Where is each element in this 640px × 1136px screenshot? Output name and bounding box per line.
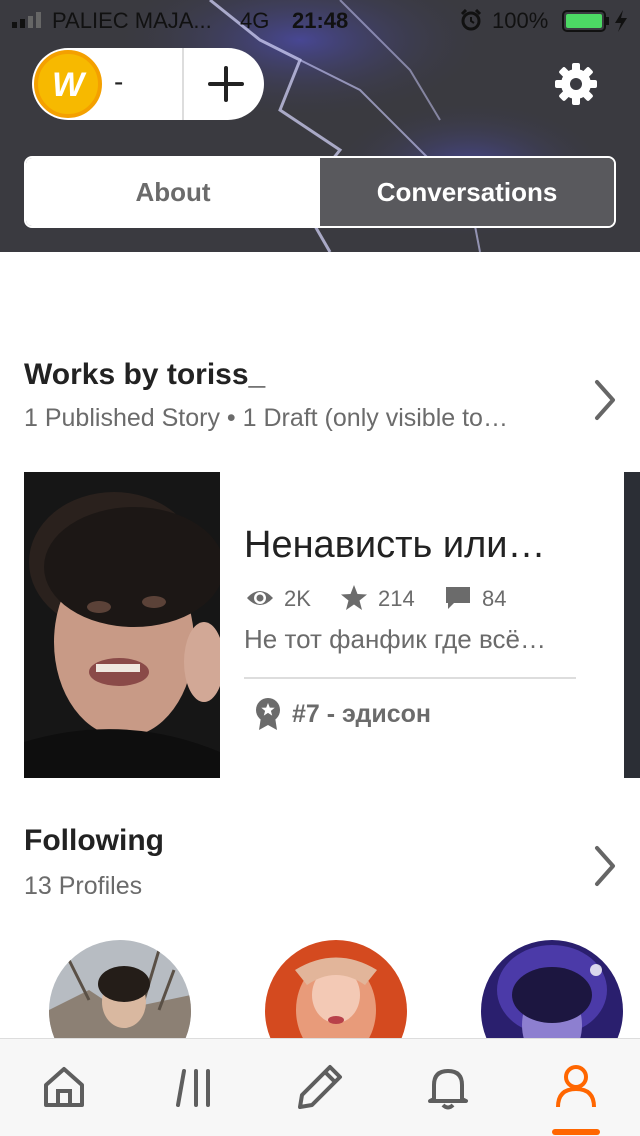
active-tab-indicator bbox=[552, 1129, 600, 1135]
settings-gear-icon[interactable] bbox=[554, 62, 598, 106]
signal-icon bbox=[12, 12, 41, 28]
carrier-name: PALIEC MAJA... bbox=[52, 8, 212, 33]
reads-count: 2K bbox=[284, 586, 311, 611]
buy-coins-button[interactable] bbox=[200, 60, 252, 108]
story-description: Не тот фанфик где всё… bbox=[244, 624, 546, 654]
write-pencil-icon[interactable] bbox=[296, 1063, 344, 1111]
profile-person-icon[interactable] bbox=[552, 1063, 600, 1111]
votes-count: 214 bbox=[378, 586, 415, 611]
notifications-bell-icon[interactable] bbox=[424, 1063, 472, 1111]
ranking-badge-icon bbox=[256, 698, 280, 730]
profile-tabs: About Conversations bbox=[24, 156, 616, 228]
ranking-number: #7 - bbox=[292, 700, 343, 728]
tab-about[interactable]: About bbox=[26, 158, 320, 226]
battery-percent: 100% bbox=[492, 8, 549, 33]
comments-bubble-icon bbox=[446, 587, 470, 609]
works-section-subtitle: 1 Published Story • 1 Draft (only visibl… bbox=[24, 404, 508, 432]
ranking-tag: эдисон bbox=[342, 700, 432, 728]
works-section-title: Works by toriss_ bbox=[24, 358, 266, 391]
charging-icon bbox=[615, 10, 627, 32]
wattpad-coin-icon: W bbox=[34, 50, 102, 118]
alarm-icon bbox=[460, 9, 482, 31]
coins-widget: W - bbox=[32, 48, 264, 120]
home-icon[interactable] bbox=[40, 1063, 88, 1111]
divider bbox=[244, 677, 576, 679]
battery-icon bbox=[562, 10, 609, 32]
following-section-title: Following bbox=[24, 824, 164, 857]
votes-star-icon bbox=[341, 585, 367, 610]
story-ranking[interactable]: #7 - эдисон bbox=[292, 700, 431, 729]
tab-conversations[interactable]: Conversations bbox=[320, 158, 614, 226]
story-title[interactable]: Ненависть или… bbox=[244, 524, 546, 567]
clock: 21:48 bbox=[292, 8, 349, 33]
status-bar: PALIEC MAJA... 4G 21:48 100% bbox=[0, 0, 640, 40]
following-section-subtitle: 13 Profiles bbox=[24, 872, 143, 900]
library-icon[interactable] bbox=[172, 1063, 220, 1111]
network-type: 4G bbox=[240, 8, 270, 33]
reads-eye-icon bbox=[247, 591, 273, 605]
story-cover-image-next[interactable] bbox=[624, 472, 640, 778]
divider bbox=[182, 48, 184, 120]
bottom-navigation bbox=[0, 1038, 640, 1136]
following-chevron-right-icon[interactable] bbox=[592, 844, 618, 888]
story-cover-image[interactable] bbox=[24, 472, 220, 778]
coin-balance: - bbox=[114, 66, 124, 97]
works-chevron-right-icon[interactable] bbox=[592, 378, 618, 422]
comments-count: 84 bbox=[482, 586, 507, 611]
